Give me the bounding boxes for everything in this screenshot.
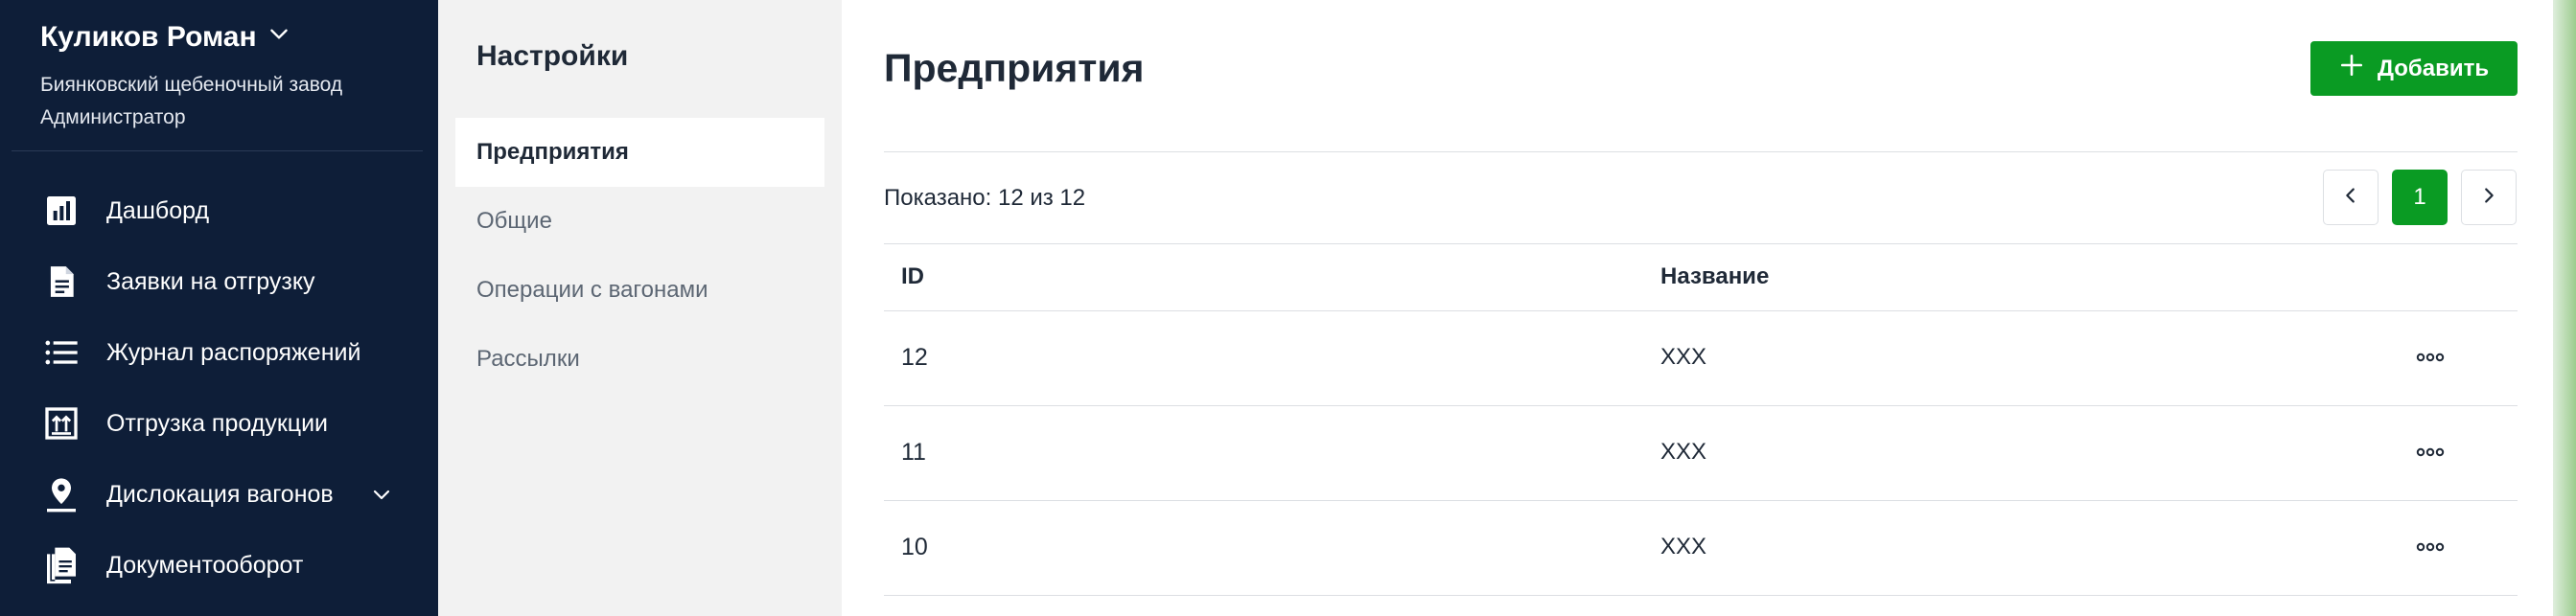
bar-chart-icon [40, 190, 82, 232]
column-header-name: Название [1660, 263, 1770, 289]
nav-item-label: Дислокация вагонов [106, 480, 334, 508]
nav-list: Дашборд Заявки на отгрузку Журнал распор… [0, 175, 438, 601]
list-icon [40, 331, 82, 374]
nav-item-label: Документооборот [106, 551, 304, 579]
nav-item-dashboard[interactable]: Дашборд [0, 175, 438, 246]
nav-item-label: Отгрузка продукции [106, 409, 329, 437]
cell-id: 10 [901, 534, 928, 560]
user-role: Администратор [40, 106, 186, 128]
nav-item-label: Дашборд [106, 196, 210, 224]
document-icon [40, 261, 82, 303]
nav-item-orders-log[interactable]: Журнал распоряжений [0, 317, 438, 388]
divider [884, 243, 2518, 244]
chevron-left-icon [2340, 185, 2361, 211]
more-actions-button[interactable] [2414, 532, 2447, 564]
nav-item-product-shipment[interactable]: Отгрузка продукции [0, 388, 438, 459]
divider [884, 151, 2518, 152]
cell-id: 12 [901, 344, 928, 371]
map-pin-icon [40, 473, 82, 515]
main-content: Предприятия Добавить Показано: 12 из 12 … [842, 0, 2553, 616]
table-row[interactable]: 10 XXX [884, 501, 2518, 596]
cell-name: XXX [1660, 439, 1707, 465]
shown-count: Показано: 12 из 12 [884, 185, 1086, 211]
nav-item-wagon-location[interactable]: Дислокация вагонов [0, 459, 438, 530]
nav-item-label: Журнал распоряжений [106, 338, 361, 366]
add-button[interactable]: Добавить [2310, 41, 2518, 96]
add-button-label: Добавить [2377, 55, 2490, 81]
settings-menu: Предприятия Общие Операции с вагонами Ра… [455, 118, 842, 394]
nav-item-document-flow[interactable]: Документооборот [0, 530, 438, 601]
next-page-button[interactable] [2461, 170, 2517, 225]
divider [12, 150, 423, 151]
column-header-id: ID [901, 263, 924, 289]
nav-item-shipment-requests[interactable]: Заявки на отгрузку [0, 246, 438, 317]
prev-page-button[interactable] [2323, 170, 2379, 225]
main-sidebar: Куликов Роман Биянковский щебеночный зав… [0, 0, 438, 616]
table-row[interactable]: 12 XXX [884, 311, 2518, 406]
documents-icon [40, 544, 82, 586]
settings-item-wagon-operations[interactable]: Операции с вагонами [455, 256, 842, 325]
settings-panel: Настройки Предприятия Общие Операции с в… [438, 0, 842, 616]
settings-item-mailings[interactable]: Рассылки [455, 325, 842, 394]
settings-title: Настройки [476, 40, 629, 72]
page-title: Предприятия [884, 46, 1145, 90]
page-1-button[interactable]: 1 [2392, 170, 2448, 225]
user-name: Куликов Роман [40, 21, 257, 53]
cell-id: 11 [901, 439, 926, 466]
upload-box-icon [40, 402, 82, 445]
user-block: Куликов Роман Биянковский щебеночный зав… [40, 21, 342, 134]
plus-icon [2339, 53, 2364, 84]
more-actions-button[interactable] [2414, 342, 2447, 375]
cell-name: XXX [1660, 534, 1707, 559]
chevron-down-icon [267, 21, 291, 54]
more-horizontal-icon [2416, 445, 2445, 462]
more-actions-button[interactable] [2414, 437, 2447, 469]
chevron-right-icon [2478, 185, 2499, 211]
window-edge [2553, 0, 2576, 616]
user-organization: Биянковский щебеночный завод [40, 74, 343, 96]
cell-name: XXX [1660, 344, 1707, 370]
nav-item-label: Заявки на отгрузку [106, 267, 315, 295]
table-row[interactable]: 11 XXX [884, 406, 2518, 501]
more-horizontal-icon [2416, 539, 2445, 557]
more-horizontal-icon [2416, 350, 2445, 367]
settings-item-enterprises[interactable]: Предприятия [455, 118, 824, 187]
settings-item-general[interactable]: Общие [455, 187, 842, 256]
chevron-down-icon[interactable] [370, 483, 393, 506]
user-menu[interactable]: Куликов Роман [40, 21, 342, 54]
